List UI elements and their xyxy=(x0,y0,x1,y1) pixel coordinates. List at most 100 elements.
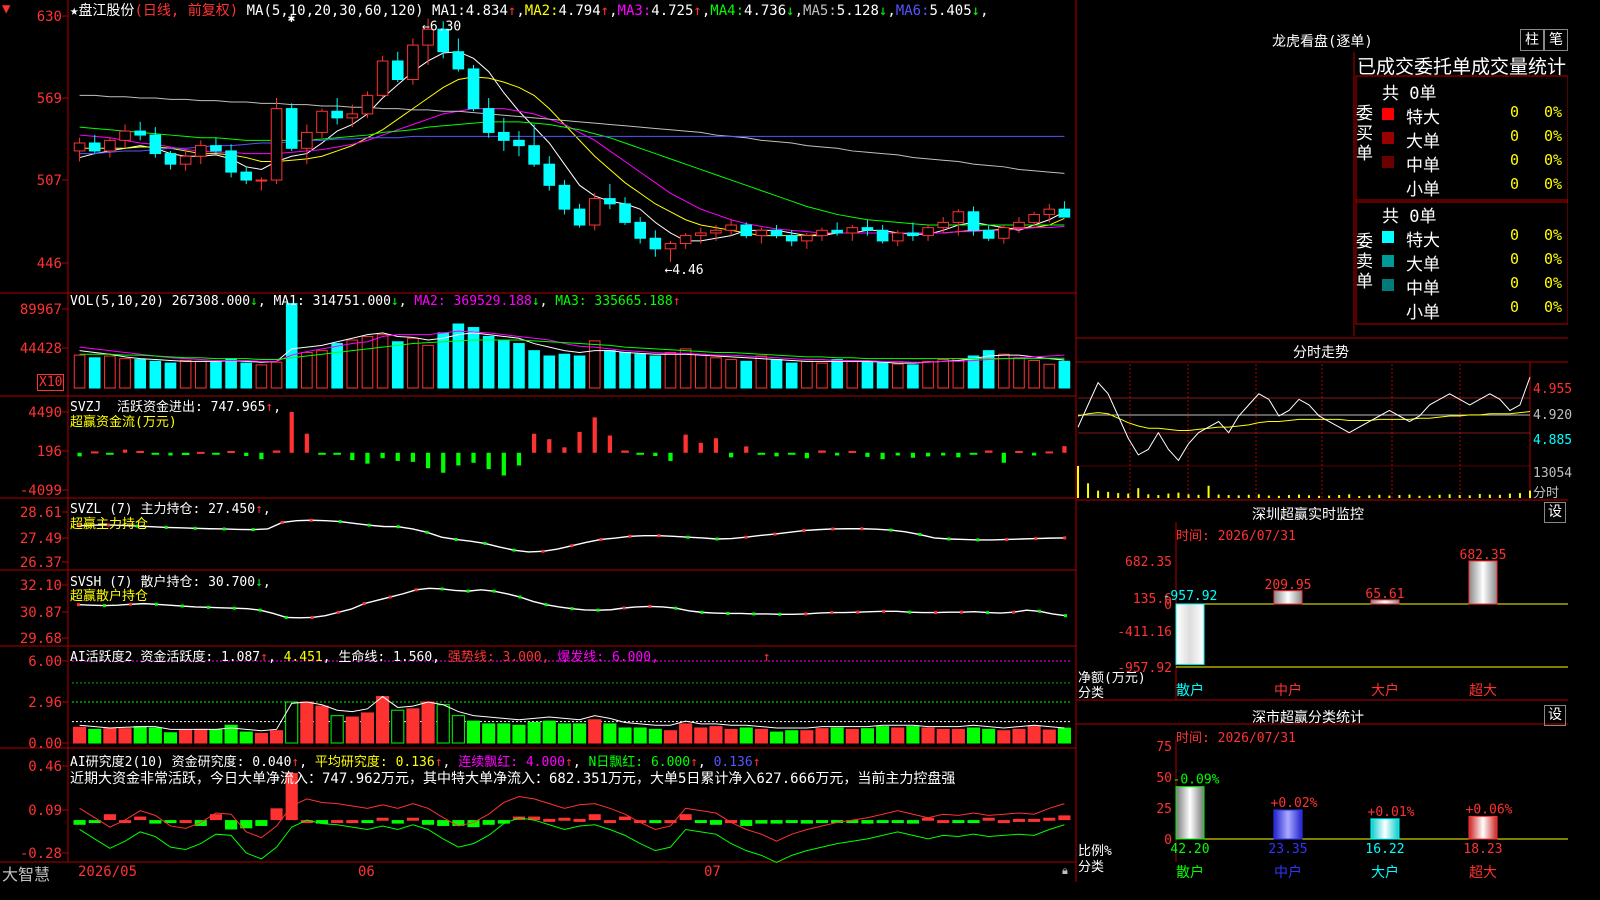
vol-bar-0 xyxy=(73,354,86,389)
candle-body-27 xyxy=(482,108,495,133)
vol-bar-14 xyxy=(285,303,298,389)
candle-body-30 xyxy=(528,145,540,165)
candle-body-50 xyxy=(831,229,843,234)
candle-body-4 xyxy=(134,130,146,136)
intraday-vol-28 xyxy=(1358,496,1361,498)
buy-pct-2: 0% xyxy=(1544,151,1563,169)
svzj-bar-59 xyxy=(969,452,978,455)
vol-legend: VOL(5,10,20) 267308.000↓, MA1: 314751.00… xyxy=(70,294,681,309)
vol-bar-5 xyxy=(149,360,162,389)
air-bar-8 xyxy=(194,820,207,826)
vol-bar-65 xyxy=(1058,360,1071,389)
intraday-vol-6 xyxy=(1137,488,1140,498)
svzj-bar-12 xyxy=(259,452,264,460)
monitor-cat-1: 中户 xyxy=(1274,682,1302,699)
vol-legend-value-1: 369529.188 xyxy=(445,294,532,309)
svzj-bar-3 xyxy=(122,449,128,453)
ai2-bar-12 xyxy=(254,732,268,744)
price-tick-1: 569 xyxy=(37,91,62,107)
ma-legend-value-1: 4.794 xyxy=(558,3,601,19)
ma-legend-value-2: 4.725 xyxy=(651,3,694,19)
svzj-bar-34 xyxy=(592,417,597,453)
buy-swatch-0 xyxy=(1382,108,1394,120)
svsh-point-36 xyxy=(544,603,548,607)
intraday-vol-24 xyxy=(1318,495,1321,498)
candle-body-28 xyxy=(498,131,510,141)
monitor-settings-button[interactable]: 设 xyxy=(1544,502,1566,523)
vol-bar-44 xyxy=(740,360,753,389)
vol-bar-51 xyxy=(846,360,859,389)
candle-body-11 xyxy=(240,171,253,181)
tab-bar-view[interactable]: 柱 xyxy=(1520,29,1544,51)
vol-bar-33 xyxy=(573,355,586,389)
intraday-vol-37 xyxy=(1448,494,1451,498)
svzl-subtitle: 超赢主力持仓 xyxy=(70,517,149,532)
candle-body-32 xyxy=(558,184,571,210)
svsh-point-40 xyxy=(596,608,600,612)
candle-body-60 xyxy=(982,229,995,239)
monitor-value-0: -957.92 xyxy=(1163,589,1218,604)
menu-icon[interactable]: ▼ xyxy=(2,1,10,17)
candle-body-46 xyxy=(770,229,783,237)
intraday-vol-32 xyxy=(1398,495,1401,498)
ai2-bar-58 xyxy=(951,728,965,744)
intraday-vol-22 xyxy=(1297,494,1300,498)
lock-icon[interactable]: 🔒︎ xyxy=(1062,864,1068,878)
vol-bar-8 xyxy=(194,360,207,389)
buy-name-1: 大单 xyxy=(1406,132,1440,152)
intraday-vol-10 xyxy=(1177,492,1180,498)
stats-settings-button[interactable]: 设 xyxy=(1544,705,1566,726)
ai2-bar-45 xyxy=(754,728,768,744)
intraday-vol-tick: 13054 xyxy=(1533,466,1573,481)
svzj-bar-35 xyxy=(607,435,612,453)
candle-body-21 xyxy=(391,60,404,81)
vol-bar-6 xyxy=(164,362,177,389)
ai2-bar-29 xyxy=(512,724,526,744)
chart-mode[interactable]: (日线, 前复权) xyxy=(134,3,238,19)
air-bar-62 xyxy=(1012,818,1026,822)
main-chart-area[interactable]: 630569507446←6.30←4.46✱ 8996744428 44901… xyxy=(0,0,1568,882)
svzj-bar-43 xyxy=(728,452,734,458)
ai2-bar-36 xyxy=(618,727,632,744)
monitor-value-2: 65.61 xyxy=(1365,587,1404,602)
tab-stroke-view[interactable]: 笔 xyxy=(1544,29,1568,51)
svzj-bar-29 xyxy=(516,452,522,466)
vol-bar-13 xyxy=(270,361,283,389)
ai2-bar-64 xyxy=(1042,729,1056,744)
air-bar-33 xyxy=(573,818,586,822)
vol-bar-47 xyxy=(785,362,798,389)
monitor-ytick-0: 682.35 xyxy=(1125,555,1172,570)
svzj-bar-64 xyxy=(1045,451,1054,454)
intraday-vol-26 xyxy=(1338,495,1341,498)
svzl-tick-0: 28.61 xyxy=(20,505,62,521)
ai2-bar-51 xyxy=(845,728,859,744)
vol-bar-3 xyxy=(119,358,131,389)
svzj-bar-54 xyxy=(895,452,900,456)
ma-legend-key-1: MA2: xyxy=(524,3,559,19)
svzj-bar-23 xyxy=(425,452,431,469)
ai2-bar-63 xyxy=(1027,726,1041,744)
air-bar-42 xyxy=(709,820,722,825)
vol-bar-54 xyxy=(891,363,904,389)
air-bar-40 xyxy=(679,814,692,821)
svzl-point-32 xyxy=(541,549,545,553)
air-bar-19 xyxy=(361,820,374,824)
svsh-point-8 xyxy=(180,604,184,608)
ai2-bar-32 xyxy=(557,723,571,744)
intraday-vol-40 xyxy=(1478,494,1481,498)
intraday-title: 分时走势 xyxy=(1293,345,1349,361)
intraday-vol-45 xyxy=(1529,490,1531,498)
svzl-point-16 xyxy=(309,518,313,522)
vol-legend-value-2: 335665.188 xyxy=(586,294,673,309)
svzl-point-56 xyxy=(889,528,893,532)
ai2-life-label: 生命线: xyxy=(338,650,386,665)
ai2-bar-7 xyxy=(179,729,193,744)
svzj-bar-0 xyxy=(77,452,82,457)
svzj-bar-11 xyxy=(244,452,249,456)
buy-total: 共 0单 xyxy=(1382,84,1437,104)
candle-body-5 xyxy=(149,134,162,155)
stats-ytick-0: 75 xyxy=(1156,740,1172,755)
ma-legend-value-5: 5.405 xyxy=(929,3,972,19)
panel-frames xyxy=(0,0,1568,882)
svsh-point-54 xyxy=(778,612,782,616)
